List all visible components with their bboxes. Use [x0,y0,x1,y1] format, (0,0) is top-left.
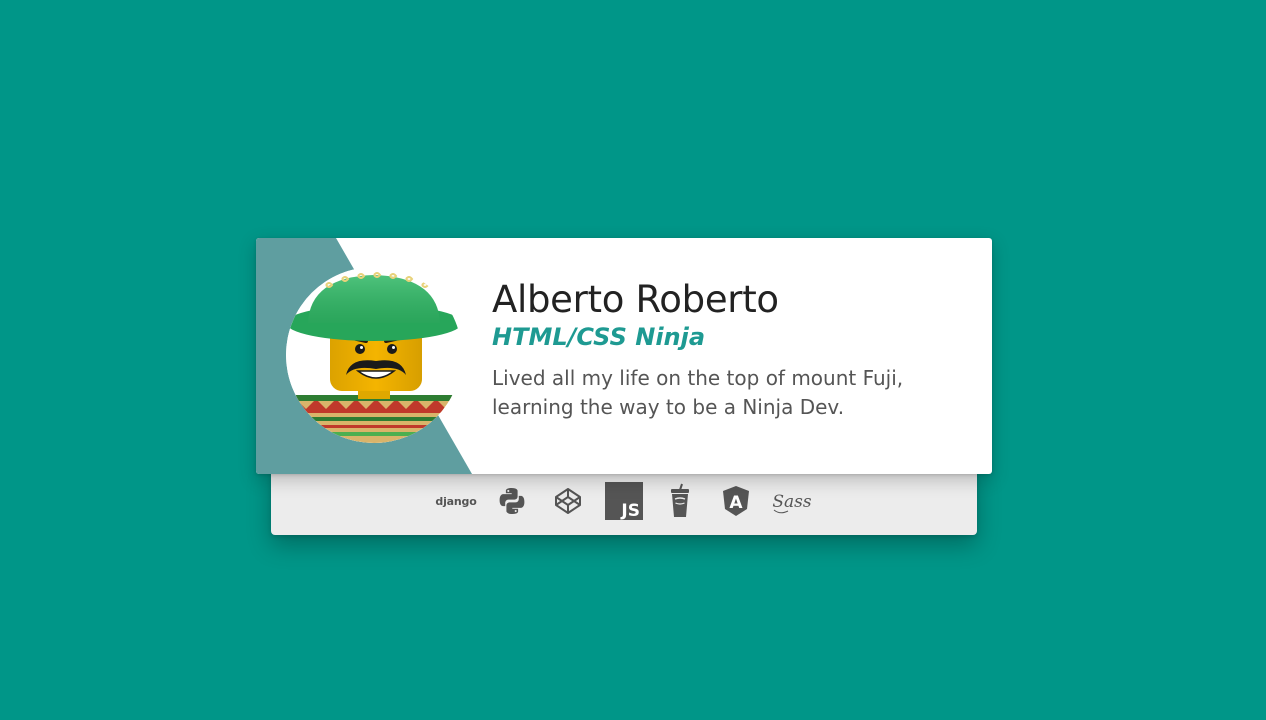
python-icon[interactable] [484,481,540,521]
codepen-icon[interactable] [540,481,596,521]
gulp-icon[interactable] [652,481,708,521]
profile-info: Alberto Roberto HTML/CSS Ninja Lived all… [492,278,962,422]
profile-bio: Lived all my life on the top of mount Fu… [492,366,904,419]
angular-label: A [729,493,743,513]
sass-icon[interactable]: Sass [764,481,820,521]
page-stage: django JS A Sass Alberto Roberto HTML/CS… [0,0,1266,720]
profile-name: Alberto Roberto [492,278,779,321]
lego-mariachi-avatar-icon [286,267,462,443]
django-label: django [435,494,477,508]
js-label: JS [620,501,640,520]
avatar [286,267,462,443]
angular-icon[interactable]: A [708,481,764,521]
profile-role: HTML/CSS Ninja [492,323,706,351]
profile-card: Alberto Roberto HTML/CSS Ninja Lived all… [256,238,992,474]
skills-tray: django JS A Sass [271,465,977,535]
skills-list: django JS A Sass [271,475,977,527]
sass-label: Sass [772,492,812,512]
js-icon[interactable]: JS [596,481,652,521]
django-icon[interactable]: django [428,481,484,521]
